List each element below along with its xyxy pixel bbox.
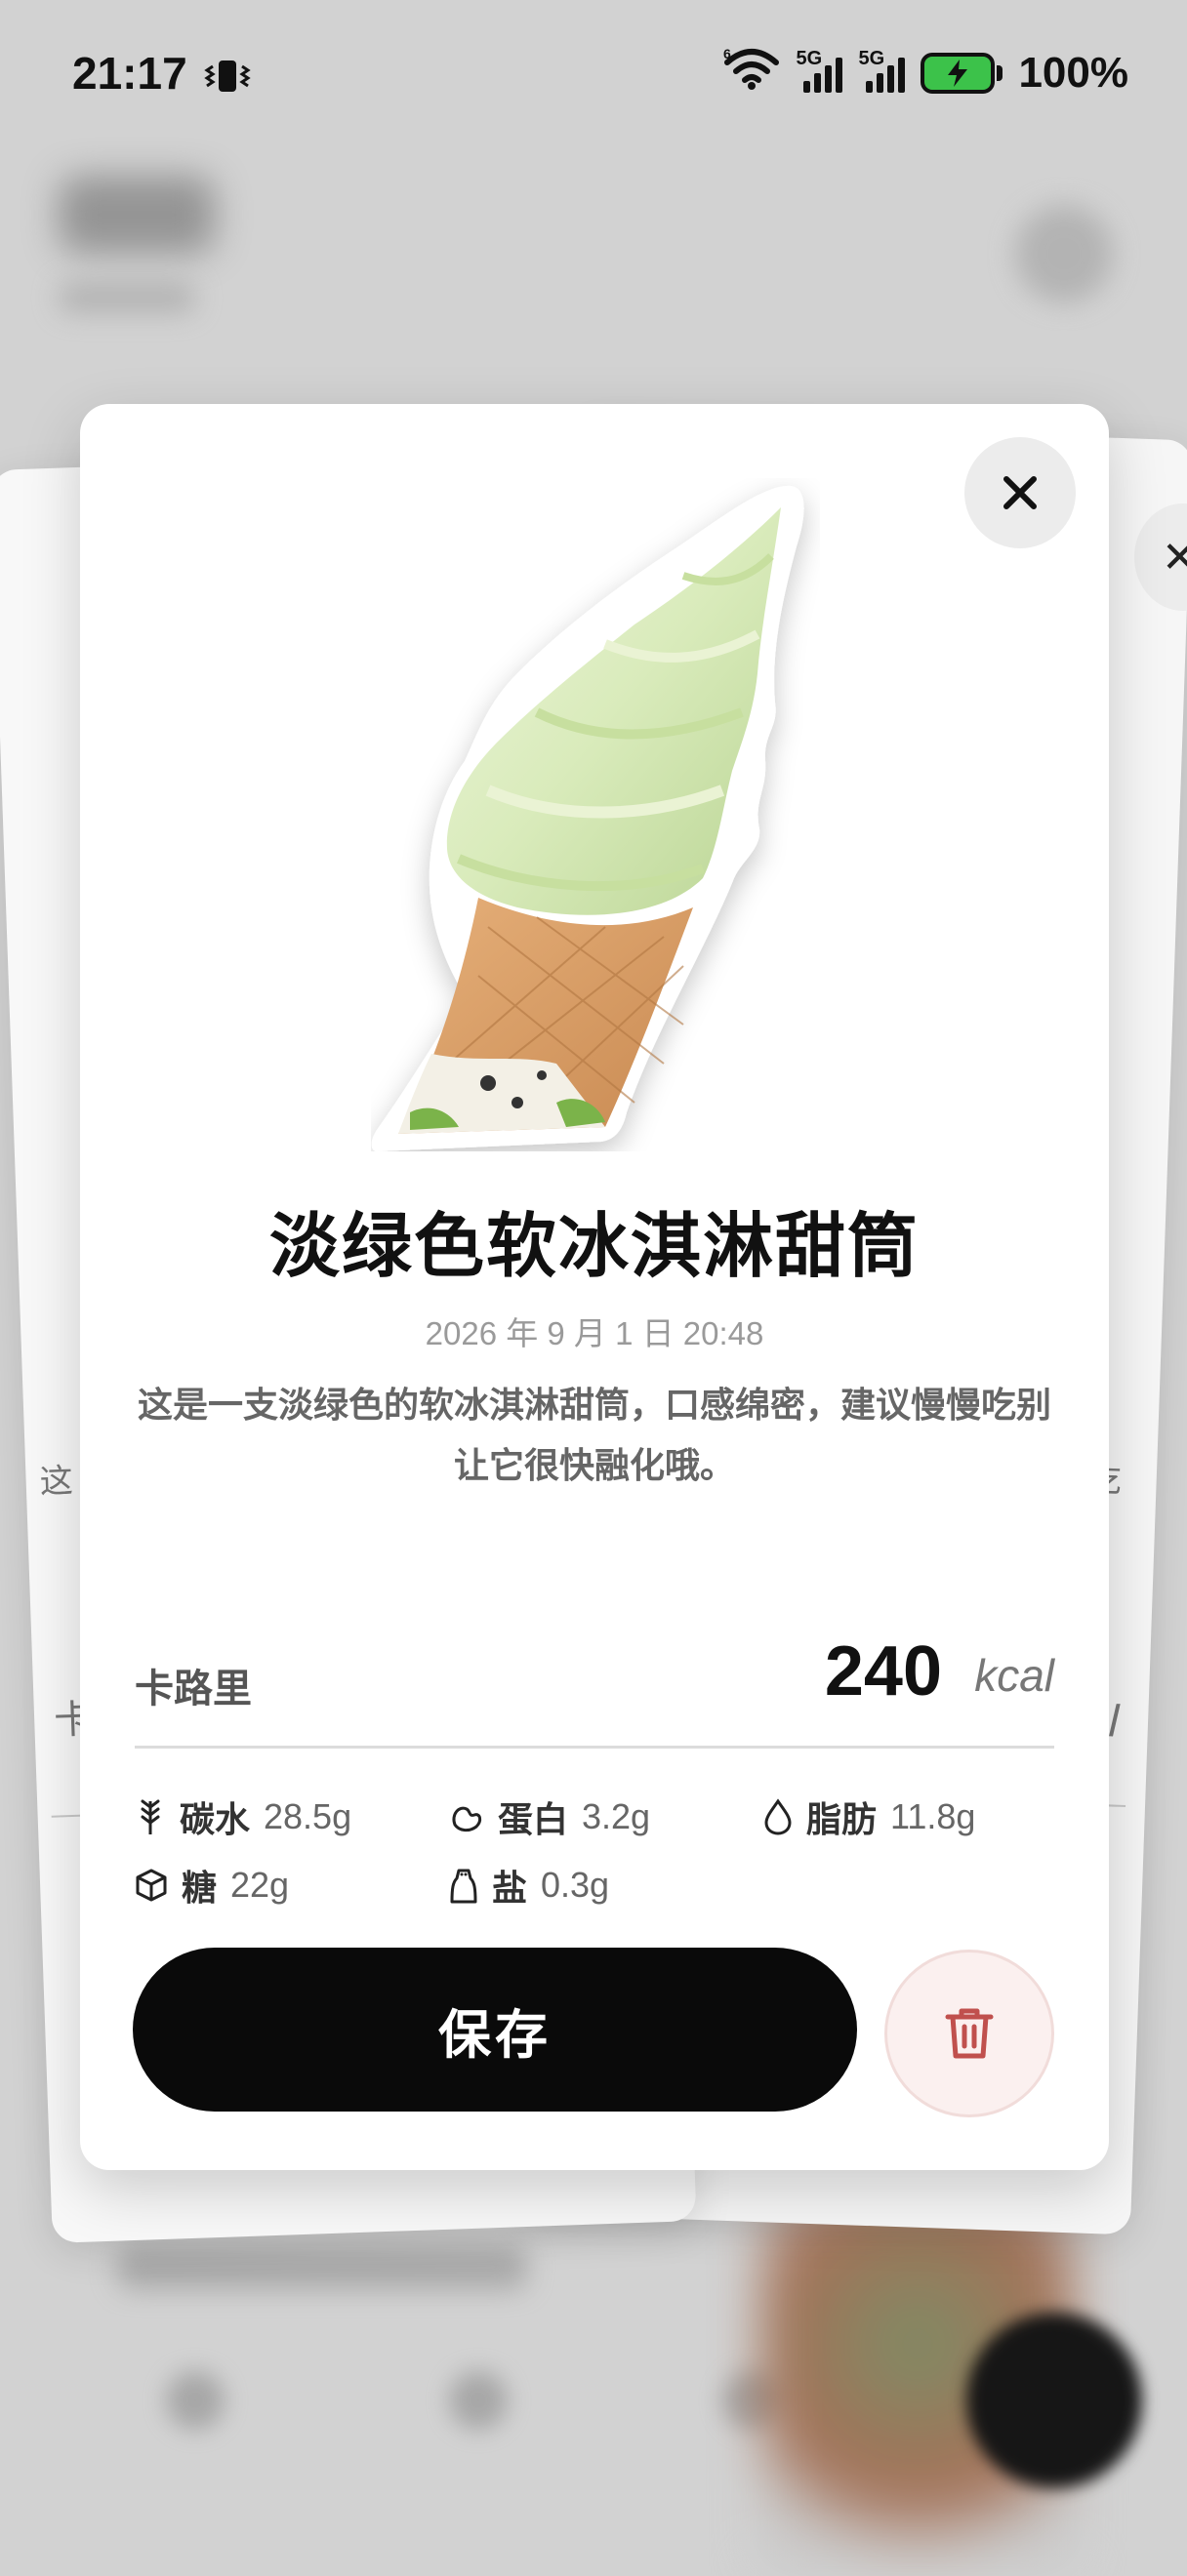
food-date: 2026 年 9 月 1 日 20:48 bbox=[425, 1315, 764, 1351]
food-photo bbox=[371, 485, 804, 1151]
nutrient-carbs-label: 碳水 bbox=[180, 1800, 251, 1840]
nutrient-sugar: 糖 22g bbox=[135, 1860, 289, 1911]
cube-icon bbox=[136, 1869, 167, 1902]
nutrient-protein-label: 蛋白 bbox=[498, 1800, 569, 1840]
background-fab bbox=[966, 2313, 1142, 2488]
food-title: 淡绿色软冰淇淋甜筒 bbox=[268, 1205, 920, 1287]
svg-text:6: 6 bbox=[723, 47, 731, 61]
battery-percent: 100% bbox=[1018, 49, 1128, 97]
nutrient-carbs: 碳水 28.5g bbox=[135, 1791, 351, 1842]
signal-1-label: 5G bbox=[796, 48, 823, 69]
trash-icon bbox=[945, 2008, 994, 2059]
calorie-value: 240 bbox=[824, 1632, 942, 1711]
nutrient-salt-value: 0.3g bbox=[541, 1865, 610, 1905]
cellular-signal-1-icon: 5G bbox=[796, 48, 843, 93]
vibrate-icon bbox=[201, 54, 254, 93]
nutrient-protein: 蛋白 3.2g bbox=[449, 1791, 650, 1842]
calorie-label: 卡路里 bbox=[135, 1667, 252, 1711]
calorie-unit: kcal bbox=[974, 1650, 1054, 1701]
background-subtitle bbox=[59, 283, 195, 312]
background-tab-icon bbox=[166, 2371, 225, 2430]
close-icon bbox=[1003, 476, 1037, 509]
save-button[interactable]: 保存 bbox=[133, 1948, 857, 2112]
nutrient-fat-label: 脂肪 bbox=[806, 1800, 878, 1840]
salt-shaker-icon bbox=[450, 1869, 477, 1904]
close-icon: ✕ bbox=[1162, 532, 1187, 583]
nutrient-salt-label: 盐 bbox=[492, 1869, 528, 1909]
status-bar: 21:17 6 5G 5G 100% bbox=[0, 0, 1187, 146]
nutrient-fat: 脂肪 11.8g bbox=[763, 1791, 975, 1842]
background-avatar bbox=[1015, 205, 1113, 302]
status-time-group: 21:17 bbox=[72, 47, 254, 100]
status-time: 21:17 bbox=[72, 48, 187, 99]
cellular-signal-2-icon: 5G bbox=[858, 48, 906, 93]
delete-button[interactable] bbox=[884, 1950, 1054, 2117]
nutrient-fat-value: 11.8g bbox=[890, 1796, 976, 1836]
bean-icon bbox=[452, 1806, 482, 1832]
battery-icon bbox=[921, 53, 1003, 94]
drop-icon bbox=[764, 1798, 792, 1835]
wifi-icon: 6 bbox=[723, 46, 780, 101]
background-list-title bbox=[117, 2244, 527, 2289]
previous-card-desc-fragment: 这 bbox=[38, 1461, 74, 1502]
nutrient-sugar-label: 糖 bbox=[182, 1869, 218, 1909]
background-title bbox=[59, 176, 215, 254]
food-description: 这是一支淡绿色的软冰淇淋甜筒，口感绵密，建议慢慢吃别让它很快融化哦。 bbox=[137, 1386, 1051, 1486]
nutrient-sugar-value: 22g bbox=[230, 1865, 290, 1905]
signal-2-label: 5G bbox=[858, 48, 885, 69]
nutrient-protein-value: 3.2g bbox=[582, 1796, 651, 1836]
calorie-row: 卡路里 240 kcal bbox=[135, 1632, 1054, 1749]
wheat-icon bbox=[141, 1799, 160, 1834]
status-indicators: 6 5G 5G 100% bbox=[723, 46, 1128, 101]
background-tab-icon bbox=[449, 2371, 508, 2430]
close-button[interactable] bbox=[964, 437, 1076, 548]
nutrient-salt: 盐 0.3g bbox=[449, 1860, 609, 1911]
nutrient-carbs-value: 28.5g bbox=[264, 1796, 352, 1836]
